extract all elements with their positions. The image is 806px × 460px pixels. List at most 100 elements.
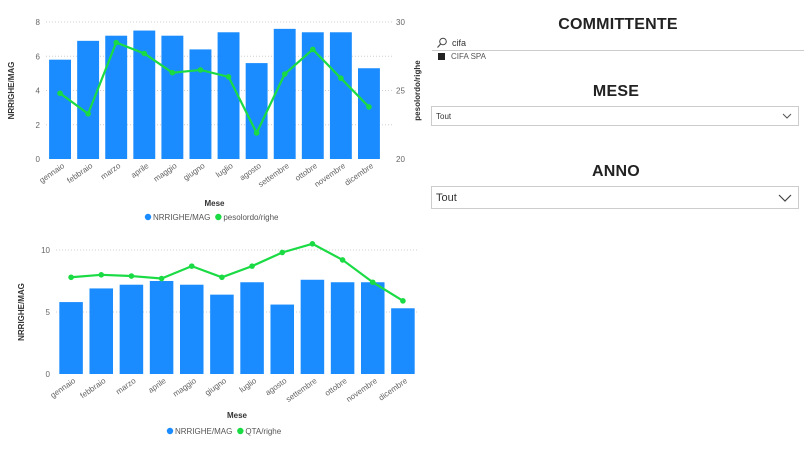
chevron-down-icon bbox=[782, 113, 792, 119]
x-tick-label: novembre bbox=[345, 376, 380, 404]
legend-label: NRRIGHE/MAG bbox=[153, 213, 210, 222]
bar bbox=[49, 59, 71, 159]
x-tick-label: agosto bbox=[264, 376, 289, 397]
slicer-item-cifa-spa[interactable]: CIFA SPA bbox=[438, 52, 486, 61]
x-tick-label: maggio bbox=[171, 376, 198, 399]
x-tick-label: ottobre bbox=[323, 376, 349, 398]
legend-label: NRRIGHE/MAG bbox=[175, 427, 232, 436]
slicer-anno-title: ANNO bbox=[592, 163, 640, 180]
bar bbox=[179, 284, 204, 374]
x-tick-label: marzo bbox=[99, 161, 123, 181]
line-point bbox=[279, 249, 286, 256]
y2-tick-label: 30 bbox=[396, 18, 405, 27]
x-tick-label: aprile bbox=[129, 161, 151, 180]
y-tick-label: 6 bbox=[36, 52, 41, 61]
legend-marker bbox=[237, 427, 244, 435]
line-point bbox=[338, 75, 344, 81]
bar bbox=[119, 284, 144, 374]
y-tick-label: 2 bbox=[36, 121, 41, 130]
bar bbox=[360, 282, 385, 374]
bar bbox=[329, 32, 352, 159]
line-point bbox=[113, 39, 120, 46]
y-tick-label: 8 bbox=[36, 18, 41, 27]
line-point bbox=[366, 104, 372, 110]
line-point bbox=[188, 263, 195, 269]
bar bbox=[59, 302, 83, 374]
slicer-committente-search[interactable] bbox=[432, 36, 804, 51]
x-tick-label: luglio bbox=[214, 161, 235, 179]
bar bbox=[161, 35, 184, 160]
search-input[interactable] bbox=[448, 37, 752, 49]
dropdown-value: Tout bbox=[436, 111, 452, 121]
bar bbox=[245, 63, 268, 159]
line-point bbox=[57, 90, 63, 97]
x-tick-label: luglio bbox=[238, 376, 259, 394]
x-tick-label: febbraio bbox=[79, 376, 108, 400]
bar bbox=[189, 49, 212, 159]
x-axis-title: Mese bbox=[227, 411, 248, 420]
bar bbox=[300, 279, 325, 374]
slicer-anno-dropdown[interactable]: Tout bbox=[431, 186, 799, 209]
bar bbox=[391, 308, 415, 374]
line-point bbox=[98, 272, 105, 278]
x-tick-label: gennaio bbox=[38, 161, 67, 185]
checkbox-checked-icon[interactable] bbox=[438, 53, 445, 60]
bar bbox=[77, 40, 100, 159]
line-point bbox=[309, 241, 316, 247]
line-point bbox=[141, 50, 148, 57]
x-axis-title: Mese bbox=[204, 199, 225, 208]
bar bbox=[89, 288, 114, 374]
chart-nrrighe-pesolordo: 0 2 4 6 8 20 25 30 gennaio febbraio marzo aprile mag… bbox=[0, 0, 422, 232]
x-tick-label: gennaio bbox=[49, 376, 78, 400]
legend-marker bbox=[144, 213, 152, 221]
bar bbox=[270, 304, 295, 374]
line-point bbox=[128, 273, 135, 279]
x-tick-label: marzo bbox=[114, 376, 138, 396]
x-tick-label: settembre bbox=[257, 161, 292, 189]
x-tick-label: febbraio bbox=[65, 161, 94, 185]
x-tick-label: dicembre bbox=[343, 161, 376, 188]
y2-tick-label: 20 bbox=[396, 155, 405, 164]
dropdown-value: Tout bbox=[436, 191, 457, 204]
line-point bbox=[169, 69, 176, 76]
x-tick-label: maggio bbox=[152, 161, 179, 184]
chart2-svg: 0 5 10 gennaio febbraio marzo aprile maggio giug… bbox=[17, 241, 418, 436]
line-point bbox=[339, 257, 346, 263]
legend-marker bbox=[166, 427, 174, 435]
chart1-svg: 0 2 4 6 8 20 25 30 gennaio febbraio marzo aprile mag… bbox=[7, 18, 422, 222]
line-point bbox=[85, 110, 91, 117]
y-axis-title: NRRIGHE/MAG bbox=[17, 283, 26, 341]
x-tick-label: novembre bbox=[313, 161, 348, 189]
x-tick-label: aprile bbox=[147, 376, 169, 395]
bar bbox=[210, 294, 234, 374]
line-point bbox=[197, 67, 204, 73]
line-point bbox=[253, 130, 260, 136]
slicer-mese-dropdown[interactable]: Tout bbox=[431, 106, 799, 126]
slicer-item-label: CIFA SPA bbox=[451, 52, 486, 61]
bar bbox=[330, 282, 355, 374]
x-tick-label: settembre bbox=[284, 376, 319, 404]
chevron-down-icon bbox=[778, 194, 792, 202]
bar bbox=[149, 281, 174, 374]
x-tick-label: dicembre bbox=[377, 376, 410, 403]
slicer-mese-title: MESE bbox=[592, 83, 640, 100]
line-point bbox=[400, 298, 406, 304]
search-icon bbox=[437, 37, 447, 48]
bar bbox=[358, 68, 380, 159]
line-point bbox=[219, 274, 225, 281]
y2-axis-title: pesolordo/righe bbox=[413, 60, 422, 121]
line-point bbox=[369, 279, 376, 286]
bar bbox=[217, 32, 240, 159]
legend-label: QTA/righe bbox=[245, 427, 281, 436]
y-tick-label: 5 bbox=[46, 308, 51, 317]
y-tick-label: 0 bbox=[36, 155, 41, 164]
y-tick-label: 10 bbox=[41, 246, 50, 255]
legend-marker bbox=[215, 213, 222, 221]
line-point bbox=[225, 74, 232, 80]
bar bbox=[105, 35, 128, 160]
y-tick-label: 4 bbox=[36, 87, 41, 96]
x-tick-label: giugno bbox=[203, 376, 228, 397]
x-tick-label: giugno bbox=[182, 161, 207, 182]
bar bbox=[273, 28, 296, 159]
line-point bbox=[68, 274, 74, 281]
